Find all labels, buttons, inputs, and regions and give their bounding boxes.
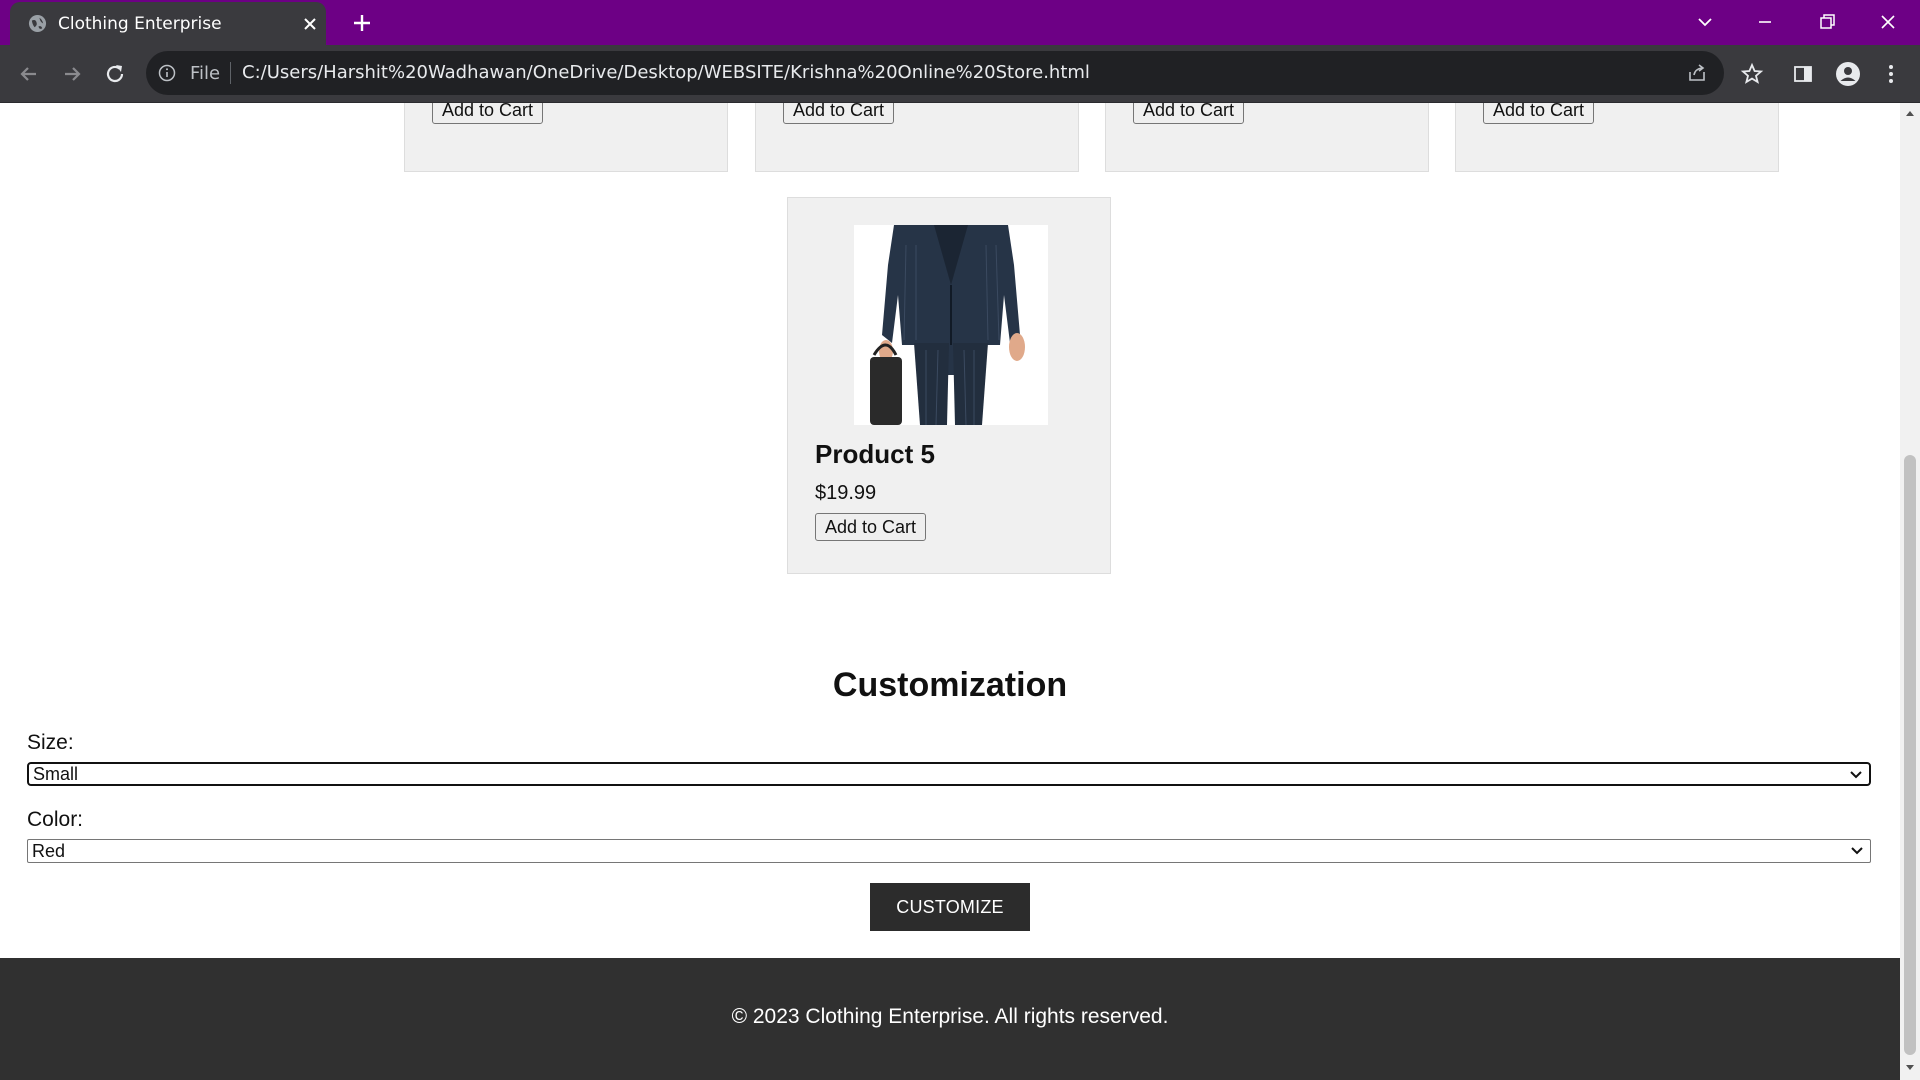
address-bar[interactable]: File C:/Users/Harshit%20Wadhawan/OneDriv… (146, 51, 1724, 95)
chevron-down-icon (1850, 771, 1862, 779)
size-select[interactable]: Small (27, 762, 1871, 786)
scroll-up-arrow-icon[interactable] (1905, 109, 1915, 117)
scrollbar-thumb[interactable] (1904, 455, 1916, 1055)
browser-chrome: Clothing Enterprise File C:/Users/Harshi… (0, 0, 1920, 103)
tab-active[interactable]: Clothing Enterprise (10, 2, 326, 45)
forward-icon[interactable] (59, 61, 85, 87)
product-name: Product 5 (815, 439, 935, 469)
side-panel-icon[interactable] (1790, 61, 1816, 87)
add-to-cart-button[interactable]: Add to Cart (815, 513, 927, 541)
profile-avatar-icon[interactable] (1835, 61, 1861, 87)
customization-heading: Customization (832, 666, 1068, 704)
minimize-icon[interactable] (1753, 10, 1777, 34)
page-viewport: Add to Cart Add to Cart Add to Cart Add … (0, 103, 1920, 1080)
back-icon[interactable] (16, 61, 42, 87)
tab-title: Clothing Enterprise (58, 14, 222, 34)
add-to-cart-button[interactable]: Add to Cart (432, 103, 544, 124)
info-icon[interactable] (158, 64, 176, 82)
close-icon[interactable] (300, 14, 320, 34)
customize-button[interactable]: CUSTOMIZE (870, 883, 1030, 931)
product-card: Add to Cart (1105, 103, 1429, 172)
copyright-text: © 2023 Clothing Enterprise. All rights r… (731, 1005, 1169, 1028)
menu-kebab-icon[interactable] (1878, 61, 1904, 87)
size-select-value: Small (33, 764, 79, 784)
tab-strip: Clothing Enterprise (0, 0, 1920, 45)
new-tab-icon[interactable] (350, 11, 374, 35)
close-window-icon[interactable] (1876, 10, 1900, 34)
reload-icon[interactable] (102, 61, 128, 87)
product-card: Add to Cart (404, 103, 728, 172)
restore-icon[interactable] (1815, 10, 1839, 34)
bookmark-star-icon[interactable] (1739, 61, 1765, 87)
product-card: Add to Cart (755, 103, 1079, 172)
color-select-value: Red (32, 841, 66, 861)
color-select[interactable]: Red (27, 839, 1871, 863)
chevron-down-icon (1851, 847, 1863, 855)
scrollbar[interactable] (1900, 103, 1920, 1080)
globe-icon (28, 14, 47, 33)
product-price: $19.99 (815, 482, 877, 504)
share-icon[interactable] (1686, 62, 1708, 84)
suit-image (854, 225, 1048, 425)
page-footer: © 2023 Clothing Enterprise. All rights r… (0, 958, 1900, 1080)
divider (230, 62, 231, 84)
tab-search-icon[interactable] (1693, 10, 1717, 34)
product-card: Product 5 $19.99 Add to Cart (787, 197, 1111, 574)
url-scheme-label: File (190, 63, 221, 84)
add-to-cart-button[interactable]: Add to Cart (1483, 103, 1595, 124)
size-label: Size: (27, 731, 74, 754)
add-to-cart-button[interactable]: Add to Cart (783, 103, 895, 124)
add-to-cart-button[interactable]: Add to Cart (1133, 103, 1245, 124)
browser-toolbar: File C:/Users/Harshit%20Wadhawan/OneDriv… (0, 45, 1920, 103)
url-text[interactable]: C:/Users/Harshit%20Wadhawan/OneDrive/Des… (242, 62, 1090, 83)
product-card: Add to Cart (1455, 103, 1779, 172)
scroll-down-arrow-icon[interactable] (1905, 1064, 1915, 1072)
color-label: Color: (27, 808, 84, 831)
